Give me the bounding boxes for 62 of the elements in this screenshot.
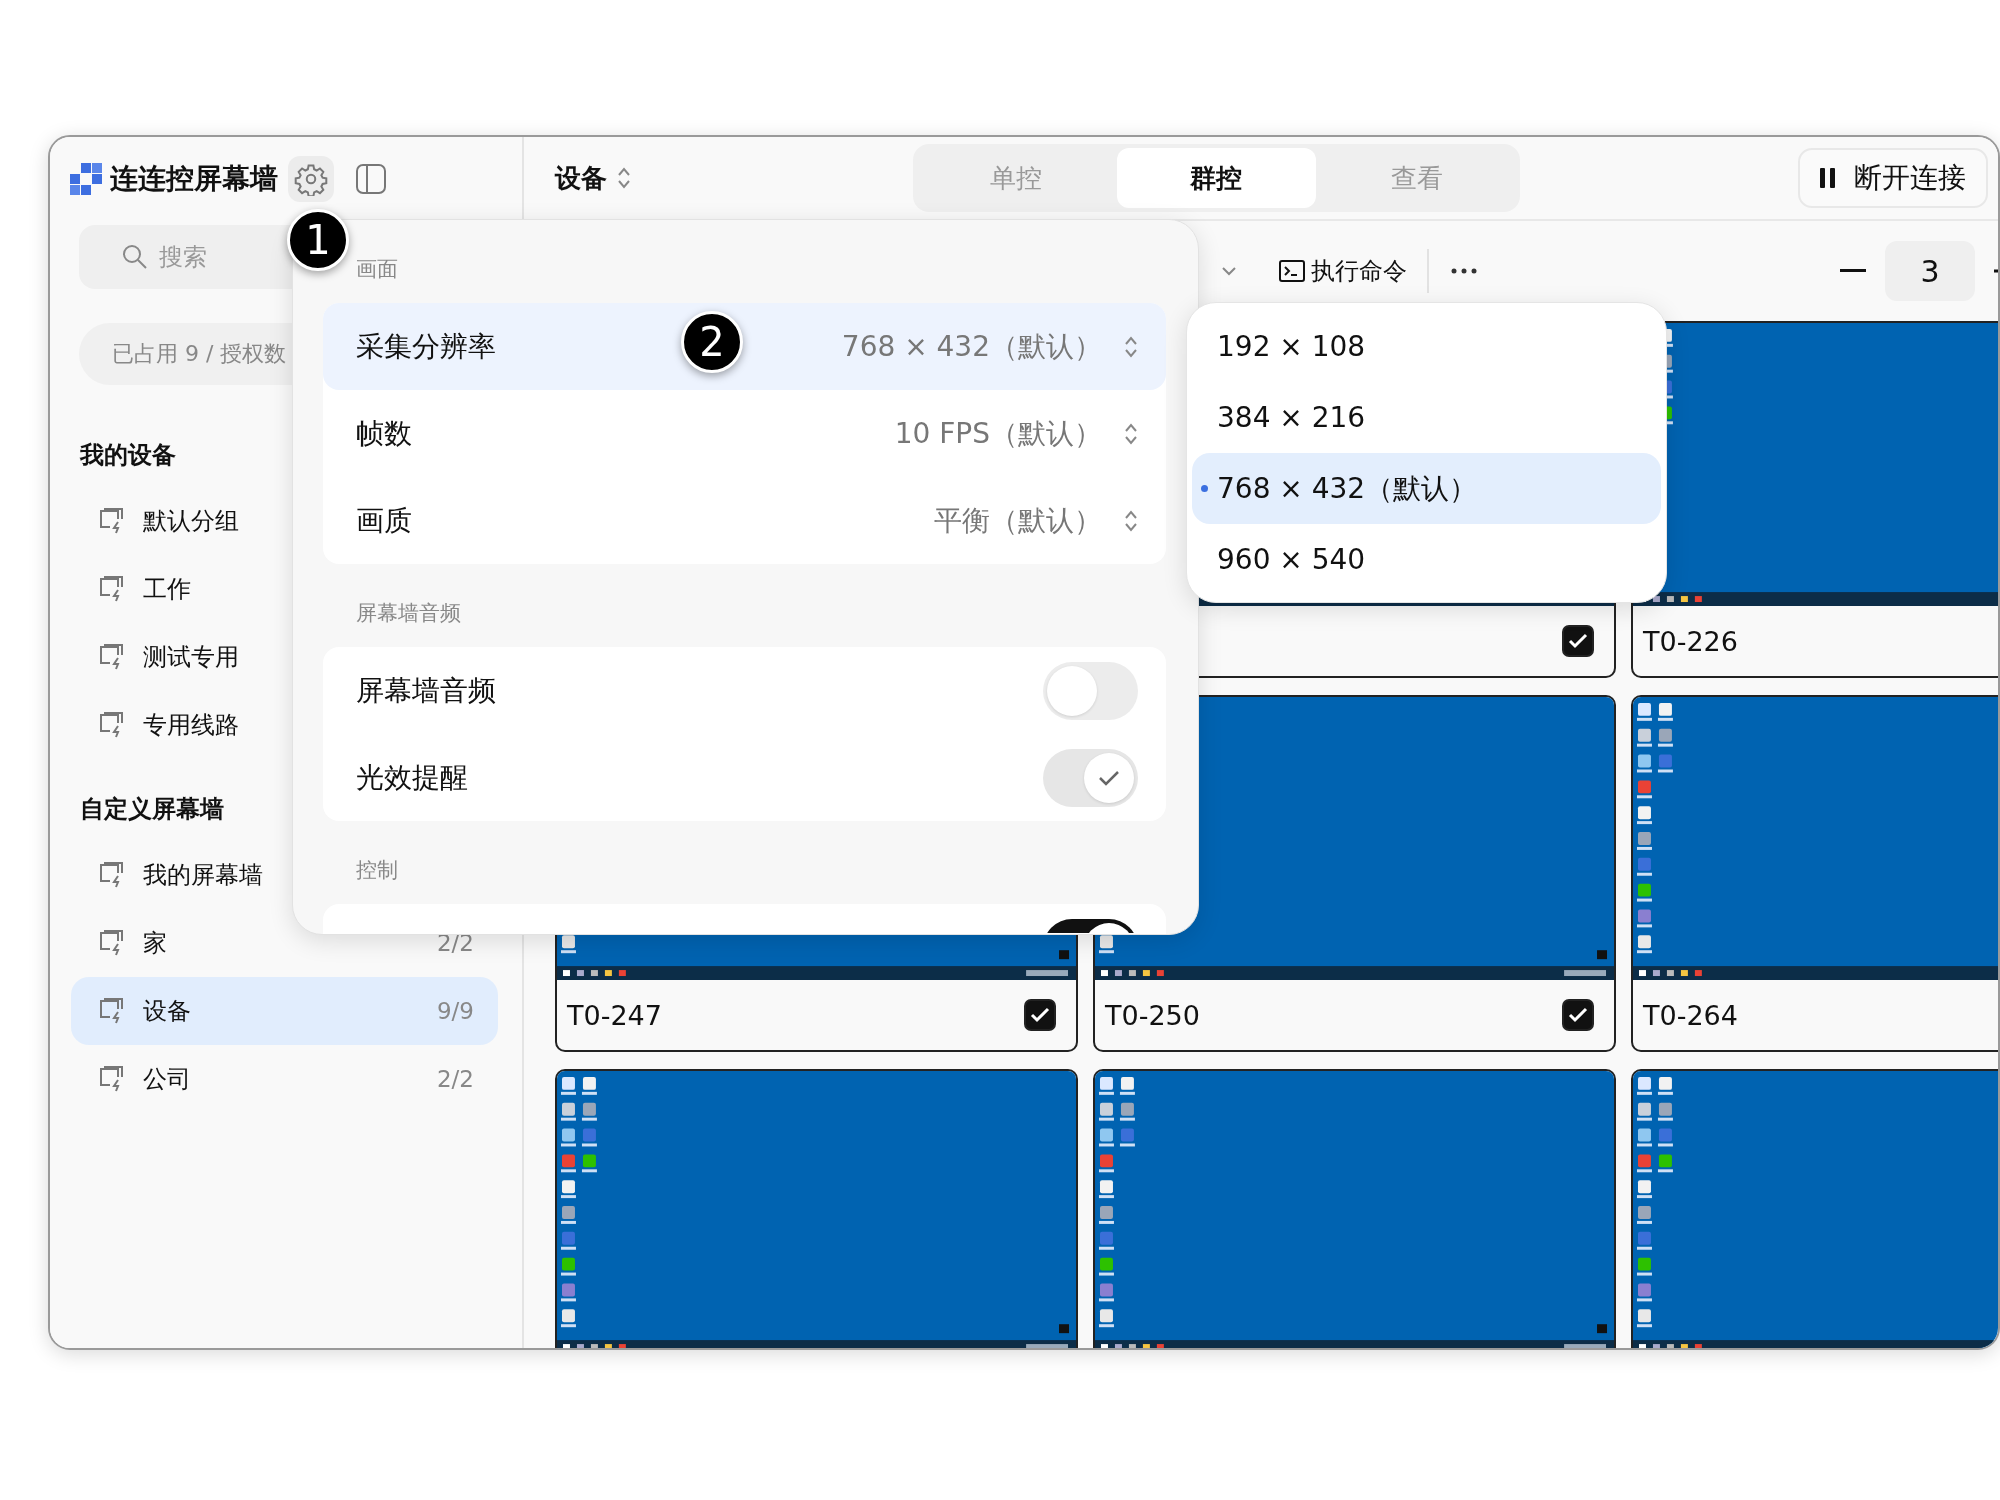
item-count: 2/2	[437, 1066, 474, 1092]
column-count[interactable]: 3	[1885, 241, 1975, 301]
check-icon	[1098, 768, 1120, 787]
device-group-icon	[98, 507, 126, 535]
section-label: 控制	[355, 857, 399, 884]
setting-row[interactable]: 帧数 10 FPS（默认）	[323, 390, 1166, 477]
tile-checkbox[interactable]	[1024, 999, 1056, 1031]
more-icon[interactable]	[1451, 268, 1477, 274]
device-name: T0-226	[1643, 625, 1738, 657]
resolution-option[interactable]: 768 × 432（默认）	[1192, 453, 1661, 524]
device-group-icon	[98, 1065, 126, 1093]
device-group-icon	[98, 997, 126, 1025]
setting-row[interactable]: 画质 平衡（默认）	[323, 477, 1166, 564]
setting-value: 平衡（默认）	[934, 502, 1102, 539]
section-heading: 自定义屏幕墙	[79, 794, 225, 825]
device-name: T0-250	[1105, 999, 1200, 1031]
sidebar-toggle-icon[interactable]	[354, 162, 388, 196]
updown-chevron-icon	[617, 166, 631, 190]
tile-checkbox[interactable]	[1562, 625, 1594, 657]
device-tile[interactable]: T0-264	[1631, 695, 1998, 1052]
device-group-icon	[98, 643, 126, 671]
chevron-down-icon[interactable]	[1221, 266, 1237, 276]
app-logo	[70, 163, 102, 195]
minus-icon[interactable]	[1840, 269, 1866, 273]
device-tile[interactable]: T0-226	[1631, 321, 1998, 678]
settings-icon	[294, 162, 328, 196]
check-icon	[1568, 1007, 1588, 1023]
mode-tab[interactable]: 群控	[1117, 148, 1316, 208]
device-group-icon	[98, 711, 126, 739]
updown-chevron-icon	[1124, 334, 1138, 359]
tile-checkbox[interactable]	[1562, 999, 1594, 1031]
setting-value: 768 × 432（默认）	[841, 328, 1102, 365]
license-usage: 已占用 9 / 授权数	[112, 340, 287, 368]
updown-chevron-icon	[1124, 421, 1138, 446]
pause-icon	[1820, 167, 1836, 189]
setting-value: 10 FPS（默认）	[894, 415, 1102, 452]
section-label: 屏幕墙音频	[355, 600, 462, 627]
search-icon	[121, 243, 149, 271]
setting-label: 采集分辨率	[356, 328, 496, 365]
device-name: T0-247	[567, 999, 662, 1031]
device-group-icon	[98, 575, 126, 603]
item-count: 9/9	[437, 998, 474, 1024]
setting-label: 帧数	[356, 415, 412, 452]
app-title: 连连控屏幕墙	[110, 161, 278, 197]
device-group-icon	[98, 929, 126, 957]
section-label: 画面	[355, 256, 399, 283]
run-command-button[interactable]: 执行命令	[1279, 255, 1407, 287]
disconnect-button[interactable]: 断开连接	[1798, 148, 1988, 208]
terminal-icon	[1279, 260, 1305, 282]
setting-label: 画质	[356, 502, 412, 539]
section-heading: 我的设备	[79, 440, 177, 471]
check-icon	[1568, 633, 1588, 649]
device-name: T0-264	[1643, 999, 1738, 1031]
sidebar-item[interactable]: 设备 9/9	[71, 977, 498, 1045]
settings-button[interactable]	[288, 156, 334, 202]
setting-label: 屏幕墙音频	[356, 672, 496, 709]
setting-label: 光效提醒	[356, 759, 468, 796]
device-group-icon	[98, 861, 126, 889]
sidebar-item[interactable]: 公司 2/2	[71, 1045, 498, 1113]
updown-chevron-icon	[1124, 508, 1138, 533]
page-title: 设备	[555, 161, 607, 195]
check-icon	[1030, 1007, 1050, 1023]
